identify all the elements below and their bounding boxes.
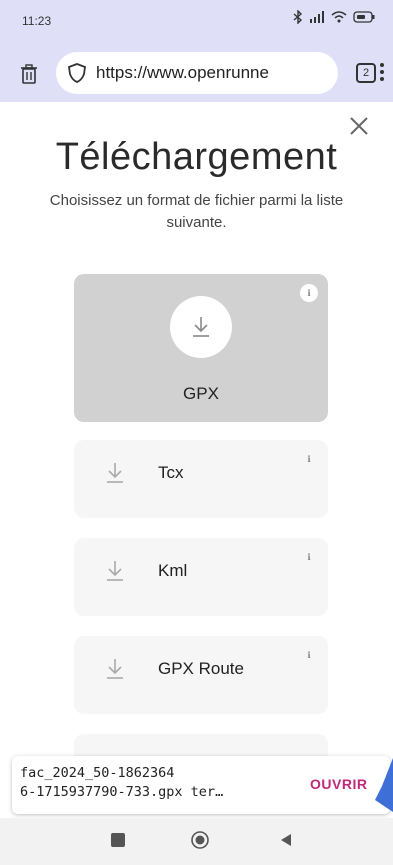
status-time: 11:23 <box>22 14 52 28</box>
url-field[interactable]: https://www.openrunne <box>56 52 338 94</box>
browser-toolbar: https://www.openrunne 2 <box>0 46 393 102</box>
open-button[interactable]: OUVRIR <box>310 776 367 792</box>
battery-icon <box>353 11 375 26</box>
info-icon[interactable]: ℹ <box>300 450 318 468</box>
shield-icon[interactable] <box>66 62 88 84</box>
bluetooth-icon <box>293 9 303 27</box>
download-icon[interactable] <box>100 654 130 684</box>
format-label: GPX Route <box>158 659 244 678</box>
dialog-title: Téléchargement <box>55 136 338 178</box>
snackbar-line-2: 6-1715937790-733.gpx ter… <box>20 784 224 800</box>
dialog-subtitle: Choisissez un format de fichier parmi la… <box>49 192 344 231</box>
trash-icon[interactable] <box>18 63 40 85</box>
format-option-gpx-route[interactable]: ℹ GPX Route <box>74 636 328 714</box>
recents-button[interactable] <box>111 833 125 847</box>
format-option-tcx[interactable]: ℹ Tcx <box>74 440 328 518</box>
format-option-kml[interactable]: ℹ Kml <box>74 538 328 616</box>
tabs-counter-button[interactable]: 2 <box>356 63 376 83</box>
url-text[interactable]: https://www.openrunne <box>96 63 334 83</box>
download-icon <box>193 317 209 337</box>
snackbar-line-1: fac_2024_50-1862364 <box>20 765 175 781</box>
system-nav-bar <box>0 818 393 865</box>
signal-icon <box>309 11 325 26</box>
download-icon[interactable] <box>100 458 130 488</box>
download-button[interactable] <box>170 296 232 358</box>
format-label: GPX <box>183 384 219 403</box>
status-icons <box>293 9 375 27</box>
back-button[interactable] <box>278 832 294 848</box>
format-label: Tcx <box>158 463 184 482</box>
home-button[interactable] <box>190 830 210 850</box>
download-icon[interactable] <box>100 556 130 586</box>
info-icon[interactable]: ℹ <box>300 646 318 664</box>
snackbar-message: fac_2024_50-1862364 6-1715937790-733.gpx… <box>20 764 290 802</box>
wifi-icon <box>331 11 347 26</box>
pointer-arrow-icon <box>372 756 393 814</box>
info-icon[interactable]: ℹ <box>300 284 318 302</box>
info-icon[interactable]: ℹ <box>300 548 318 566</box>
status-bar: 11:23 <box>0 0 393 46</box>
format-label: Kml <box>158 561 188 580</box>
menu-icon[interactable] <box>380 60 386 86</box>
download-snackbar: fac_2024_50-1862364 6-1715937790-733.gpx… <box>12 756 390 814</box>
format-option-gpx[interactable]: ℹ GPX <box>74 274 328 422</box>
